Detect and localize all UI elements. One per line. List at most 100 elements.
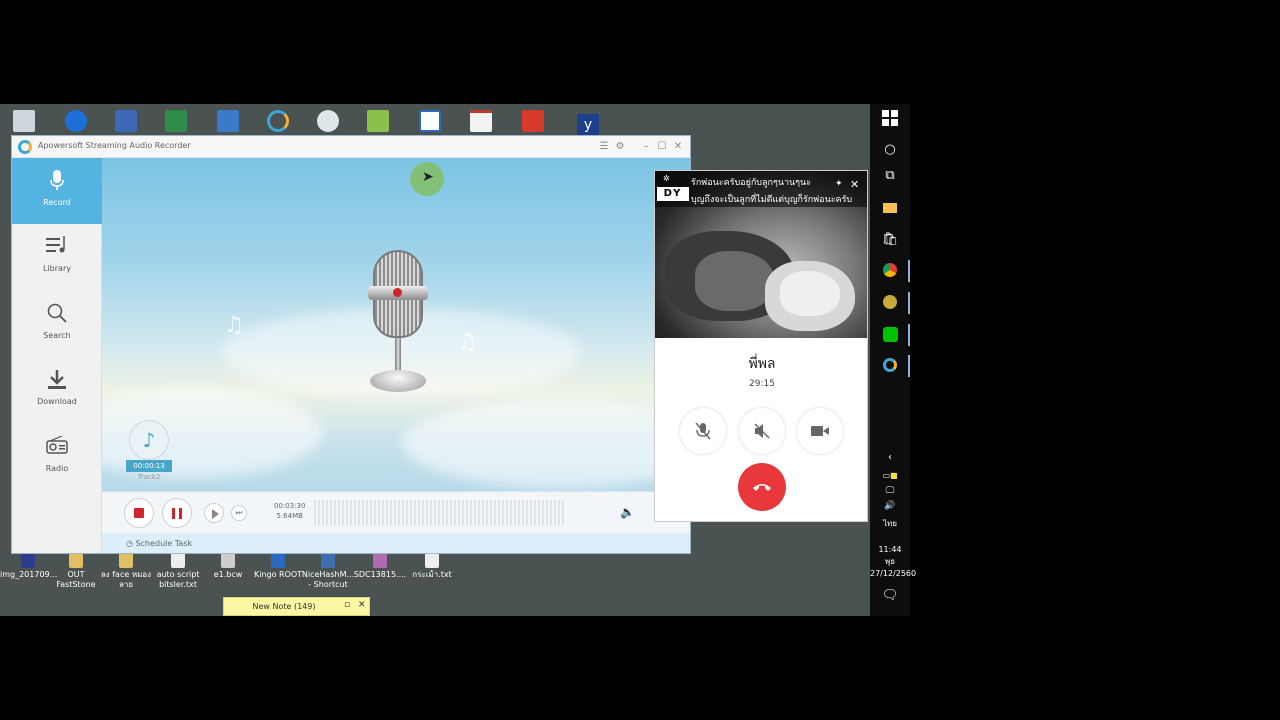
desktop-icon-label: auto script bitsler.txt — [156, 570, 200, 589]
play-icon — [212, 509, 219, 519]
chrome-icon[interactable] — [880, 260, 910, 282]
mouse-cursor: ➤ — [410, 162, 444, 196]
photo-shape — [695, 251, 775, 311]
music-note-icon: ♫ — [224, 313, 244, 338]
play-button[interactable] — [204, 503, 224, 523]
desktop-icon-teamviewer[interactable] — [48, 110, 104, 134]
desktop-icon-network-app[interactable] — [402, 110, 458, 134]
desktop-icon-document[interactable] — [350, 110, 406, 134]
next-button[interactable]: ⏭ — [231, 505, 247, 521]
desktop-icon-label: e1.bcw — [213, 570, 243, 579]
nav-radio[interactable]: Radio — [12, 424, 102, 490]
waveform — [314, 500, 566, 526]
maximize-button[interactable]: ☐ — [654, 139, 670, 155]
stop-button[interactable] — [124, 498, 154, 528]
pin-icon[interactable]: ✦ — [835, 179, 843, 189]
desktop-icon-calculator[interactable] — [200, 110, 256, 134]
close-button[interactable]: ✕ — [670, 139, 686, 155]
caller-name: พี่พล — [748, 356, 776, 372]
desktop-icon-label: OUT FastStone — [56, 570, 96, 589]
mute-mic-button[interactable] — [680, 408, 726, 454]
line-icon[interactable] — [880, 324, 910, 346]
close-icon[interactable]: ✕ — [850, 178, 859, 191]
hang-up-button[interactable] — [738, 463, 786, 511]
video-button[interactable] — [797, 408, 843, 454]
store-icon[interactable]: 🛍 — [880, 230, 900, 250]
desktop-icon-bottom[interactable]: Kingo ROOT — [250, 552, 306, 580]
file-explorer-icon[interactable] — [880, 198, 900, 218]
nav-library[interactable]: Library — [12, 224, 102, 290]
input-language[interactable]: ไทย — [880, 514, 900, 534]
desktop-icon-excel[interactable] — [148, 110, 204, 134]
apowersoft-taskbar-icon[interactable] — [880, 355, 910, 377]
desktop-icon-folder-app[interactable] — [98, 110, 154, 134]
desktop-icon-label: NiceHashM... - Shortcut — [301, 570, 355, 589]
file-icon — [373, 552, 387, 568]
desktop-icon-bottom[interactable]: กระเม้า.txt — [404, 552, 460, 580]
record-stage: ♫ ♫ ♪ 00:00:13 Track2 — [102, 158, 690, 491]
desktop-icon-label: กระเม้า.txt — [412, 570, 452, 579]
pause-icon — [172, 508, 182, 519]
clock-date: 27/12/2560 — [870, 569, 917, 578]
library-icon — [45, 236, 69, 260]
clock-icon: ◷ — [126, 539, 133, 548]
nav-search[interactable]: Search — [12, 291, 102, 357]
search-icon — [45, 303, 69, 327]
cortana-icon[interactable]: ○ — [880, 140, 900, 160]
desktop-icon-tool-red[interactable] — [505, 110, 561, 134]
app-coin-icon[interactable] — [880, 292, 910, 314]
nav-record-label: Record — [43, 198, 71, 207]
microphone-illustration[interactable] — [368, 250, 428, 395]
desktop-icon-bottom[interactable]: SDC13815.... — [352, 552, 408, 580]
line-call-window: ✲ DY รักพ่อนะครับอยู่กับลูกๆนานๆนะ บุญถึ… — [654, 170, 868, 522]
video-camera-icon — [811, 426, 829, 436]
recording-led — [393, 288, 402, 297]
pause-button[interactable] — [162, 498, 192, 528]
desktop-icon-label: ลง face หมองลาย — [100, 570, 152, 589]
desktop-icon-apowersoft[interactable] — [250, 110, 306, 134]
gear-icon[interactable]: ⚙ — [612, 139, 628, 155]
nav-record[interactable]: Record — [12, 158, 102, 224]
desktop-icon-bottom[interactable]: NiceHashM... - Shortcut — [300, 552, 356, 590]
mute-speaker-button[interactable] — [739, 408, 785, 454]
microphone-icon — [45, 170, 69, 194]
sticky-note-restore-button[interactable]: ▫ — [344, 600, 350, 610]
photo-shape — [780, 271, 840, 316]
notification-icon[interactable]: 🗨 — [880, 586, 900, 606]
clock-day: พุธ — [884, 557, 896, 566]
track-item[interactable]: ♪ 00:00:13 Track2 — [126, 420, 172, 481]
volume-icon[interactable]: 🔈 — [620, 505, 635, 519]
radio-icon — [45, 435, 69, 460]
desktop-icon-label: SDC13815.... — [353, 570, 407, 579]
desktop-icon-bottom[interactable]: ลง face หมองลาย — [98, 552, 154, 590]
desktop-icon-chart-app[interactable] — [453, 110, 509, 134]
clock-time: 11:44 — [878, 545, 902, 554]
schedule-task-button[interactable]: ◷ Schedule Task — [126, 539, 192, 548]
desktop-icon-bottom[interactable]: auto script bitsler.txt — [150, 552, 206, 590]
sticky-note-close-button[interactable]: ✕ — [358, 600, 366, 610]
desktop-icon-recycle-bin[interactable] — [0, 110, 52, 134]
system-clock[interactable]: 11:44 พุธ 27/12/2560 — [870, 544, 917, 580]
file-icon — [69, 552, 83, 568]
menu-icon[interactable]: ☰ — [596, 139, 612, 155]
task-view-icon[interactable]: ⧉ — [880, 166, 900, 186]
volume-icon[interactable]: 🔊 — [880, 496, 900, 516]
track-name: Track2 — [137, 473, 161, 481]
file-icon — [221, 552, 235, 568]
desktop-icon-bottom[interactable]: OUT FastStone — [48, 552, 104, 590]
chevron-up-icon[interactable]: ‹ — [880, 448, 900, 468]
windows-start-icon[interactable] — [880, 110, 900, 130]
sticky-note-title: New Note (149) — [252, 602, 316, 611]
apowersoft-window: Apowersoft Streaming Audio Recorder ☰ ⚙ … — [11, 135, 691, 554]
minimize-button[interactable]: – — [638, 139, 654, 155]
nav-download[interactable]: Download — [12, 357, 102, 423]
playback-controls: ⏭ 00:03:30 5.64MB 🔈 — [102, 491, 690, 533]
nav-download-label: Download — [37, 397, 77, 406]
banner-line-2: บุญถึงจะเป็นลูกที่ไม่ดีแต่บุญก็รักพ่อนะค… — [691, 195, 853, 205]
desktop-icon-clock-app[interactable] — [300, 110, 356, 134]
file-icon — [119, 552, 133, 568]
sticky-note-bar[interactable]: New Note (149) ▫ ✕ — [223, 597, 370, 616]
phone-hangup-icon — [753, 484, 771, 491]
desktop-icon-bottom[interactable]: e1.bcw — [200, 552, 256, 580]
call-duration: 29:15 — [749, 379, 775, 389]
